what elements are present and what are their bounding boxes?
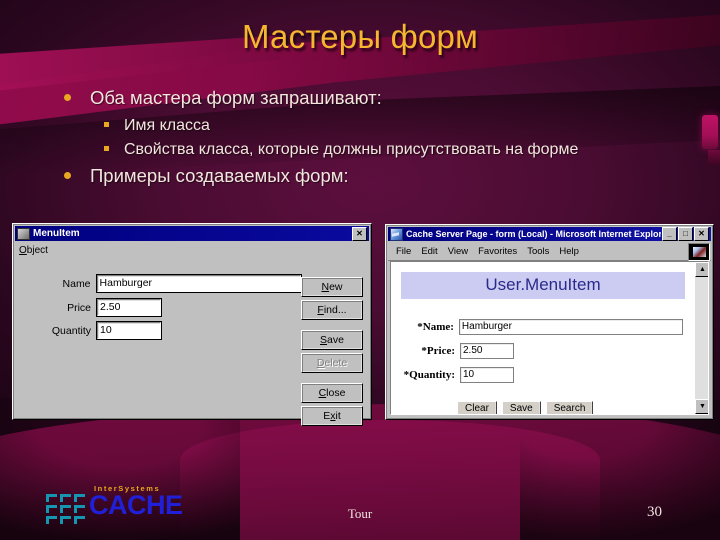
field-row-quantity: Quantity 10 xyxy=(29,321,162,340)
slide-footer: InterSystems CACHE Tour 30 xyxy=(0,474,720,540)
right-edge-accent-bar-lower xyxy=(708,150,720,166)
menuitem-titlebar[interactable]: MenuItem ✕ xyxy=(15,226,369,241)
field-row-price: Price 2.50 xyxy=(29,298,162,317)
scroll-down-icon[interactable]: ▼ xyxy=(695,399,708,414)
find-button[interactable]: Find... xyxy=(301,300,363,320)
bullet-item-level1: Примеры создаваемых форм: xyxy=(52,162,672,189)
page-banner: User.MenuItem xyxy=(401,272,685,299)
csp-quantity-input[interactable]: 10 xyxy=(460,367,514,383)
csp-field-row-name: *Name: Hamburger xyxy=(393,319,683,335)
bullet-item-level2: Имя класса xyxy=(52,114,672,137)
menu-item-help[interactable]: Help xyxy=(559,246,579,257)
ie-title-text: Cache Server Page - form (Local) - Micro… xyxy=(406,229,661,239)
menu-item-view[interactable]: View xyxy=(448,246,468,257)
square-bullet-icon xyxy=(104,146,109,151)
internet-explorer-window: Cache Server Page - form (Local) - Micro… xyxy=(385,224,714,420)
button-gap xyxy=(301,376,363,383)
menu-item-object[interactable]: Object xyxy=(19,245,48,256)
new-button-label: New xyxy=(321,281,343,293)
bullet-text: Примеры создаваемых форм: xyxy=(90,165,349,186)
csp-name-input[interactable]: Hamburger xyxy=(458,319,683,335)
bullet-text: Оба мастера форм запрашивают: xyxy=(90,87,382,108)
csp-field-row-price: *Price: 2.50 xyxy=(393,343,514,359)
find-button-label: Find... xyxy=(317,304,347,316)
close-button[interactable]: Close xyxy=(301,383,363,403)
menu-item-tools[interactable]: Tools xyxy=(527,246,549,257)
bullet-text: Имя класса xyxy=(124,117,210,134)
app-icon xyxy=(17,227,30,240)
csp-label-name: *Name: xyxy=(417,321,454,333)
square-bullet-icon xyxy=(104,122,109,127)
menuitem-menubar: Object xyxy=(13,243,371,259)
menu-item-favorites[interactable]: Favorites xyxy=(478,246,517,257)
csp-field-row-quantity: *Quantity: 10 xyxy=(393,367,514,383)
name-input[interactable]: Hamburger xyxy=(95,274,303,293)
footer-tour-label: Tour xyxy=(347,506,373,521)
exit-button-label: Exit xyxy=(323,410,341,422)
bullet-item-level2: Свойства класса, которые должны присутст… xyxy=(52,138,672,161)
minimize-icon[interactable]: _ xyxy=(662,227,677,241)
ie-menu-items: File Edit View Favorites Tools Help xyxy=(388,246,579,257)
menuitem-title-text: MenuItem xyxy=(33,228,80,239)
quantity-input[interactable]: 10 xyxy=(96,321,162,340)
ie-content-pane: User.MenuItem *Name: Hamburger *Price: 2… xyxy=(390,261,709,415)
menuitem-form-area: Name Hamburger Price 2.50 Quantity 10 Ne… xyxy=(13,259,371,426)
save-button[interactable]: Save xyxy=(301,330,363,350)
vertical-scrollbar[interactable]: ▲ ▼ xyxy=(694,262,708,414)
delete-button-label: Delete xyxy=(316,357,348,369)
round-bullet-icon xyxy=(64,172,71,179)
search-button[interactable]: Search xyxy=(545,401,594,414)
field-label-name: Name xyxy=(62,277,91,290)
hook-mark xyxy=(60,494,72,502)
price-input[interactable]: 2.50 xyxy=(96,298,162,317)
field-row-name: Name Hamburger xyxy=(29,274,303,293)
field-label-quantity: Quantity xyxy=(51,324,91,337)
save-button[interactable]: Save xyxy=(501,401,541,414)
new-button[interactable]: New xyxy=(301,277,363,297)
menu-item-edit[interactable]: Edit xyxy=(421,246,437,257)
csp-label-price: *Price: xyxy=(421,345,455,357)
csp-button-row: Clear Save Search xyxy=(457,401,594,414)
round-bullet-icon xyxy=(64,94,71,101)
exit-button[interactable]: Exit xyxy=(301,406,363,426)
close-button-label: Close xyxy=(318,387,346,399)
csp-price-input[interactable]: 2.50 xyxy=(460,343,514,359)
scroll-up-icon[interactable]: ▲ xyxy=(695,262,708,277)
right-edge-accent-bar xyxy=(702,115,718,149)
slide-number: 30 xyxy=(647,504,662,520)
delete-button: Delete xyxy=(301,353,363,373)
ie-menubar: File Edit View Favorites Tools Help xyxy=(388,243,711,261)
bullet-text: Свойства класса, которые должны присутст… xyxy=(124,141,579,158)
save-button-label: Save xyxy=(320,334,344,346)
field-label-price: Price xyxy=(67,301,91,314)
bullet-item-level1: Оба мастера форм запрашивают: xyxy=(52,84,672,111)
ie-titlebar[interactable]: Cache Server Page - form (Local) - Micro… xyxy=(388,227,711,241)
button-gap xyxy=(301,323,363,330)
clear-button[interactable]: Clear xyxy=(457,401,497,414)
internet-explorer-icon xyxy=(390,227,403,241)
maximize-icon[interactable]: □ xyxy=(678,227,693,241)
close-icon[interactable]: ✕ xyxy=(694,227,709,241)
slide: Мастеры форм Оба мастера форм запрашиваю… xyxy=(0,0,720,540)
menu-item-file[interactable]: File xyxy=(396,246,411,257)
hook-mark xyxy=(46,494,58,502)
ie-animated-logo-icon[interactable] xyxy=(688,243,710,261)
csp-form-page: User.MenuItem *Name: Hamburger *Price: 2… xyxy=(393,264,693,414)
hook-mark xyxy=(74,494,86,502)
close-icon[interactable]: ✕ xyxy=(352,226,367,241)
page-title: Мастеры форм xyxy=(242,18,478,55)
bullet-list: Оба мастера форм запрашивают: Имя класса… xyxy=(52,84,672,192)
menuitem-button-column: New Find... Save Delete Close Exit xyxy=(301,277,363,429)
csp-label-quantity: *Quantity: xyxy=(403,369,455,381)
menuitem-dialog-window: MenuItem ✕ Object Name Hamburger Price 2… xyxy=(12,223,372,426)
